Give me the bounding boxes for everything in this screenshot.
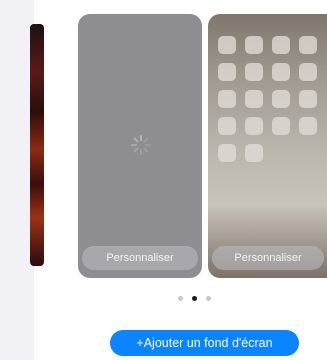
customize-lock-screen-button[interactable]: Personnaliser [82,246,198,270]
app-icon-placeholder [272,63,290,81]
previous-wallpaper-preview[interactable] [30,24,44,266]
app-icon-placeholder [272,117,290,135]
app-icon-placeholder [245,90,263,108]
app-icon-placeholder [218,90,236,108]
app-icon-placeholder [299,117,317,135]
page-dot-active[interactable] [192,296,197,301]
add-wallpaper-button[interactable]: +Ajouter un fond d'écran [110,330,299,356]
spinner-icon [131,135,151,155]
home-screen-preview[interactable]: Personnaliser [208,14,327,278]
app-icon-placeholder [299,36,317,54]
wallpaper-gallery-screen: Personnaliser Personnaliser +Ajouter un … [0,0,327,360]
app-icon-placeholder [218,63,236,81]
app-icon-placeholder [272,36,290,54]
page-indicator[interactable] [178,296,211,301]
app-icon-placeholder [272,90,290,108]
app-icon-placeholder [245,117,263,135]
app-icon-placeholder [218,117,236,135]
lock-screen-preview[interactable]: Personnaliser [78,14,202,278]
app-icon-placeholder [245,144,263,162]
app-icon-placeholder [218,144,236,162]
app-icon-placeholder [299,63,317,81]
app-icon-placeholder [245,63,263,81]
app-icon-placeholder [299,90,317,108]
app-icon-placeholder [218,36,236,54]
app-icon-grid [218,36,317,162]
customize-home-screen-button[interactable]: Personnaliser [212,246,324,270]
app-icon-placeholder [245,36,263,54]
left-gutter [0,0,34,360]
page-dot[interactable] [206,296,211,301]
page-dot[interactable] [178,296,183,301]
